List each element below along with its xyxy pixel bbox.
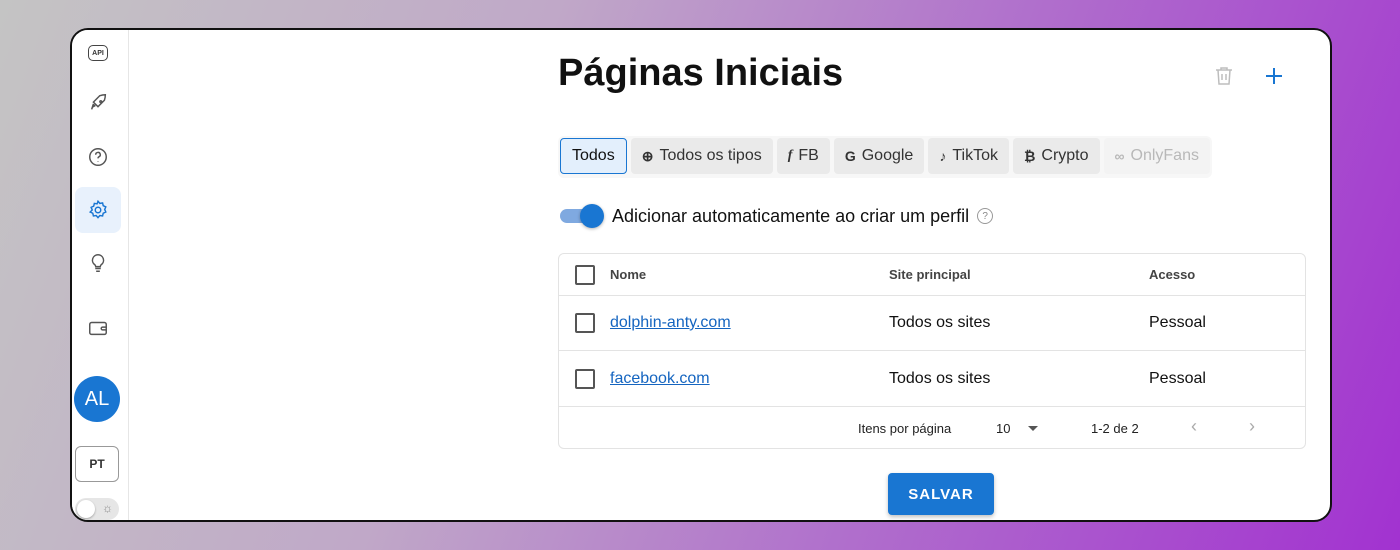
ideas-button[interactable] [75, 240, 121, 286]
wallet-icon [89, 321, 107, 336]
filter-label: TikTok [952, 147, 998, 164]
filter-label: Todos [572, 147, 615, 164]
access-cell: Pessoal [1149, 314, 1206, 331]
chevron-down-icon[interactable] [1028, 426, 1038, 431]
table-row[interactable]: facebook.com Todos os sites Pessoal [559, 351, 1305, 407]
globe-icon: ⊕ [641, 147, 654, 164]
avatar[interactable]: AL [74, 376, 120, 422]
table-row[interactable]: dolphin-anty.com Todos os sites Pessoal [559, 296, 1305, 351]
next-page-icon[interactable]: › [1249, 416, 1255, 437]
prev-page-icon[interactable]: ‹ [1191, 416, 1197, 437]
rocket-icon [90, 94, 107, 110]
site-cell: Todos os sites [889, 314, 991, 331]
filter-fb[interactable]: f FB [776, 138, 830, 174]
column-header-access[interactable]: Acesso [1149, 267, 1195, 282]
site-cell: Todos os sites [889, 369, 991, 387]
auto-add-row: Adicionar automaticamente ao criar um pe… [560, 204, 994, 228]
onlyfans-icon: ∞ [1114, 148, 1125, 164]
auto-add-label: Adicionar automaticamente ao criar um pe… [612, 205, 970, 226]
filter-label: Todos os tipos [659, 147, 762, 164]
help-circle-icon[interactable]: ? [977, 208, 994, 224]
filter-label: Crypto [1041, 147, 1089, 164]
per-page-label: Itens por página [858, 421, 952, 436]
sun-icon: ☼ [102, 501, 113, 515]
per-page-select[interactable]: 10 [996, 421, 1010, 436]
access-cell: Pessoal [1149, 369, 1206, 387]
start-pages-table: Nome Site principal Acesso dolphin-anty.… [558, 253, 1306, 449]
delete-button[interactable] [1208, 60, 1240, 92]
switch-thumb [580, 204, 604, 228]
column-header-name[interactable]: Nome [610, 267, 646, 282]
bitcoin-icon: ₿ [1023, 148, 1036, 164]
select-all-checkbox[interactable] [575, 264, 595, 285]
filter-crypto[interactable]: ₿ Crypto [1012, 138, 1100, 174]
help-icon [89, 148, 107, 166]
api-icon: API [88, 45, 108, 61]
language-button[interactable]: PT [75, 446, 119, 482]
add-button[interactable] [1258, 60, 1290, 92]
row-checkbox[interactable] [575, 368, 595, 389]
api-button[interactable]: API [75, 30, 121, 76]
row-checkbox[interactable] [575, 313, 595, 333]
column-header-site[interactable]: Site principal [889, 267, 971, 282]
theme-toggle[interactable]: ☼ [75, 498, 119, 520]
filter-all-types[interactable]: ⊕ Todos os tipos [630, 138, 773, 174]
theme-toggle-knob [77, 500, 95, 518]
tiktok-icon: ♪ [939, 148, 947, 164]
filter-label: OnlyFans [1130, 147, 1199, 164]
filter-label: FB [798, 147, 819, 164]
filter-tiktok[interactable]: ♪ TikTok [928, 138, 1009, 174]
facebook-icon: f [787, 148, 793, 163]
app-window: API AL PT ☼ Páginas Iniciais Todos ⊕ Tod… [70, 28, 1332, 522]
auto-add-switch[interactable] [560, 204, 604, 228]
page-title: Páginas Iniciais [558, 52, 844, 94]
filter-onlyfans[interactable]: ∞ OnlyFans [1103, 138, 1210, 174]
filter-google[interactable]: G Google [833, 138, 925, 174]
table-header: Nome Site principal Acesso [559, 254, 1305, 296]
rocket-button[interactable] [75, 80, 121, 126]
settings-icon [88, 199, 107, 219]
filter-label: Google [861, 147, 914, 164]
lightbulb-icon [91, 254, 105, 272]
filter-chips: Todos ⊕ Todos os tipos f FB G Google ♪ TikTo… [558, 136, 1212, 178]
trash-icon [1216, 67, 1232, 85]
google-icon: G [844, 148, 856, 164]
filter-all[interactable]: Todos [560, 138, 627, 174]
wallet-button[interactable] [75, 305, 121, 351]
help-button[interactable] [75, 134, 121, 180]
sidebar: API AL PT ☼ [72, 30, 129, 520]
page-link[interactable]: facebook.com [610, 370, 710, 388]
plus-icon [1266, 68, 1282, 84]
save-button[interactable]: SALVAR [888, 473, 994, 515]
page-range: 1-2 de 2 [1091, 421, 1139, 436]
pagination: Itens por página 10 1-2 de 2 ‹ › [559, 407, 1285, 449]
page-link[interactable]: dolphin-anty.com [610, 314, 731, 332]
settings-button[interactable] [75, 187, 121, 233]
